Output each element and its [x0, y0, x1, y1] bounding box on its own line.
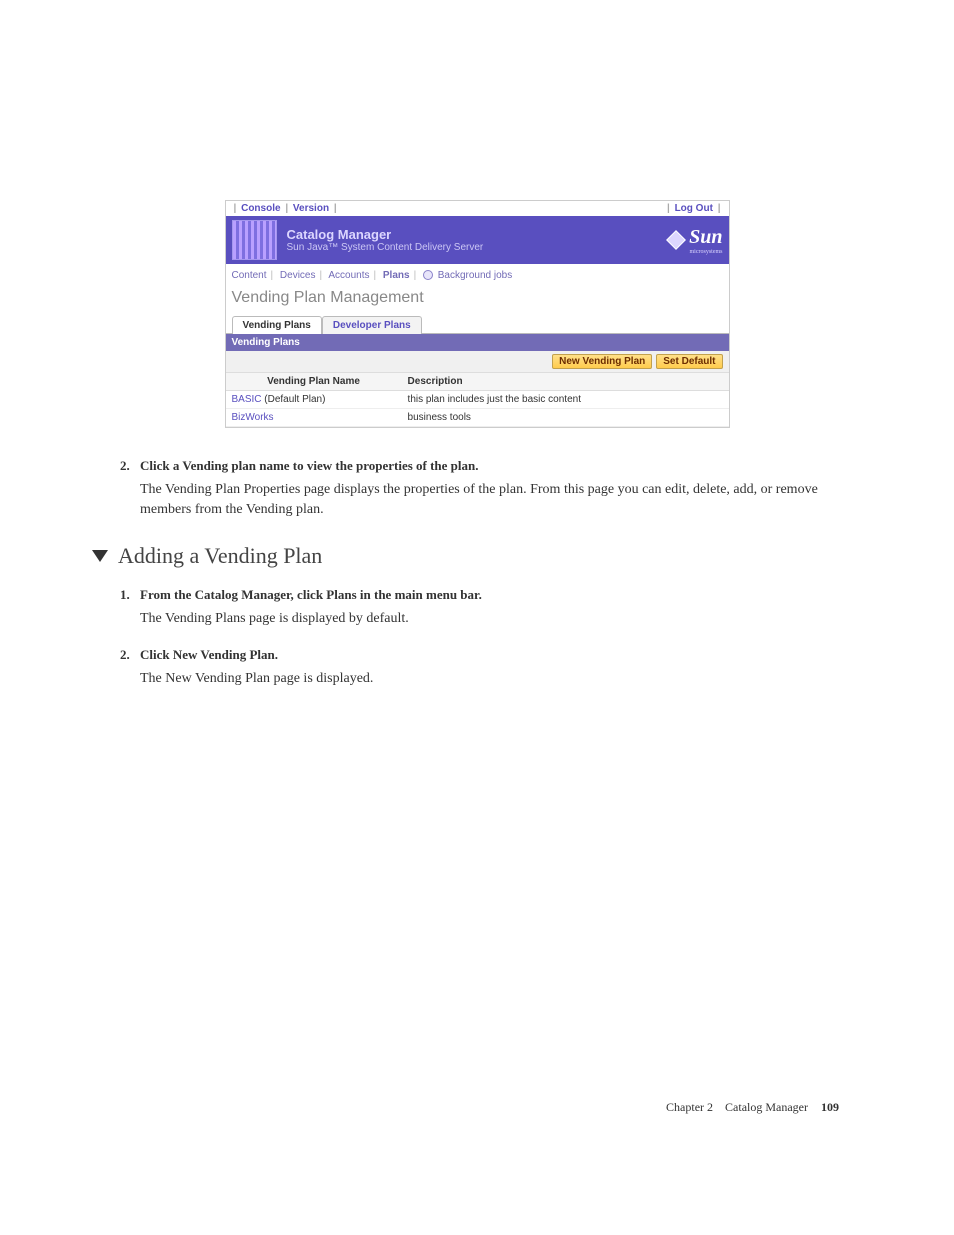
step-label: Click New Vending Plan.: [140, 647, 278, 663]
footer-title: Catalog Manager: [725, 1100, 808, 1114]
step-number: 2.: [120, 647, 140, 663]
sun-diamond-icon: [666, 230, 686, 250]
plan-desc: this plan includes just the basic conten…: [402, 391, 729, 409]
footer-page-number: 109: [821, 1100, 839, 1114]
tab-vending-plans[interactable]: Vending Plans: [232, 316, 322, 334]
plan-desc: business tools: [402, 409, 729, 427]
step-label: Click a Vending plan name to view the pr…: [140, 458, 479, 474]
new-vending-plan-button[interactable]: New Vending Plan: [552, 354, 652, 369]
menu-plans[interactable]: Plans: [383, 270, 410, 281]
section-heading: Adding a Vending Plan: [92, 543, 844, 569]
set-default-button[interactable]: Set Default: [656, 354, 722, 369]
menu-devices[interactable]: Devices: [280, 270, 316, 281]
tab-developer-plans[interactable]: Developer Plans: [322, 316, 422, 334]
page-footer: Chapter 2 Catalog Manager 109: [666, 1100, 839, 1115]
banner-logo-icon: [232, 220, 277, 260]
step-number: 1.: [120, 587, 140, 603]
menu-content[interactable]: Content: [232, 270, 267, 281]
step-body: The Vending Plan Properties page display…: [140, 480, 844, 519]
table-row: BizWorks business tools: [226, 409, 729, 427]
panel-header: Vending Plans: [226, 334, 729, 351]
banner-title: Catalog Manager: [287, 227, 484, 242]
banner-subtitle: Sun Java™ System Content Delivery Server: [287, 242, 484, 253]
menu-background-jobs[interactable]: Background jobs: [438, 270, 513, 281]
tabs: Vending Plans Developer Plans: [226, 315, 729, 334]
topbar: | Console | Version | | Log Out |: [226, 201, 729, 216]
step-label: From the Catalog Manager, click Plans in…: [140, 587, 482, 603]
footer-chapter: Chapter 2: [666, 1100, 713, 1114]
table-row: BASIC (Default Plan) this plan includes …: [226, 391, 729, 409]
nav-console[interactable]: Console: [241, 203, 280, 214]
plans-table: Vending Plan Name Description BASIC (Def…: [226, 373, 729, 427]
doc-steps: 2. Click a Vending plan name to view the…: [120, 458, 844, 688]
step-body: The New Vending Plan page is displayed.: [140, 669, 844, 689]
background-jobs-icon: [423, 270, 433, 280]
page-heading: Vending Plan Management: [226, 283, 729, 315]
main-menu: Content| Devices| Accounts| Plans| Backg…: [226, 264, 729, 283]
action-row: New Vending Plan Set Default: [226, 351, 729, 373]
brand-logo: Sun microsystems: [669, 226, 722, 255]
plan-suffix: (Default Plan): [262, 394, 326, 405]
triangle-down-icon: [92, 550, 108, 562]
plan-link-basic[interactable]: BASIC: [232, 394, 262, 405]
app-screenshot: | Console | Version | | Log Out | Catalo…: [225, 200, 730, 428]
menu-accounts[interactable]: Accounts: [328, 270, 369, 281]
banner: Catalog Manager Sun Java™ System Content…: [226, 216, 729, 264]
brand-name: Sun: [689, 226, 722, 248]
nav-version[interactable]: Version: [293, 203, 329, 214]
nav-logout[interactable]: Log Out: [675, 203, 713, 214]
col-plan-name: Vending Plan Name: [226, 373, 402, 391]
col-description: Description: [402, 373, 729, 391]
plan-link-bizworks[interactable]: BizWorks: [232, 412, 274, 423]
step-body: The Vending Plans page is displayed by d…: [140, 609, 844, 629]
section-title: Adding a Vending Plan: [118, 543, 322, 569]
step-number: 2.: [120, 458, 140, 474]
brand-tagline: microsystems: [689, 249, 722, 255]
